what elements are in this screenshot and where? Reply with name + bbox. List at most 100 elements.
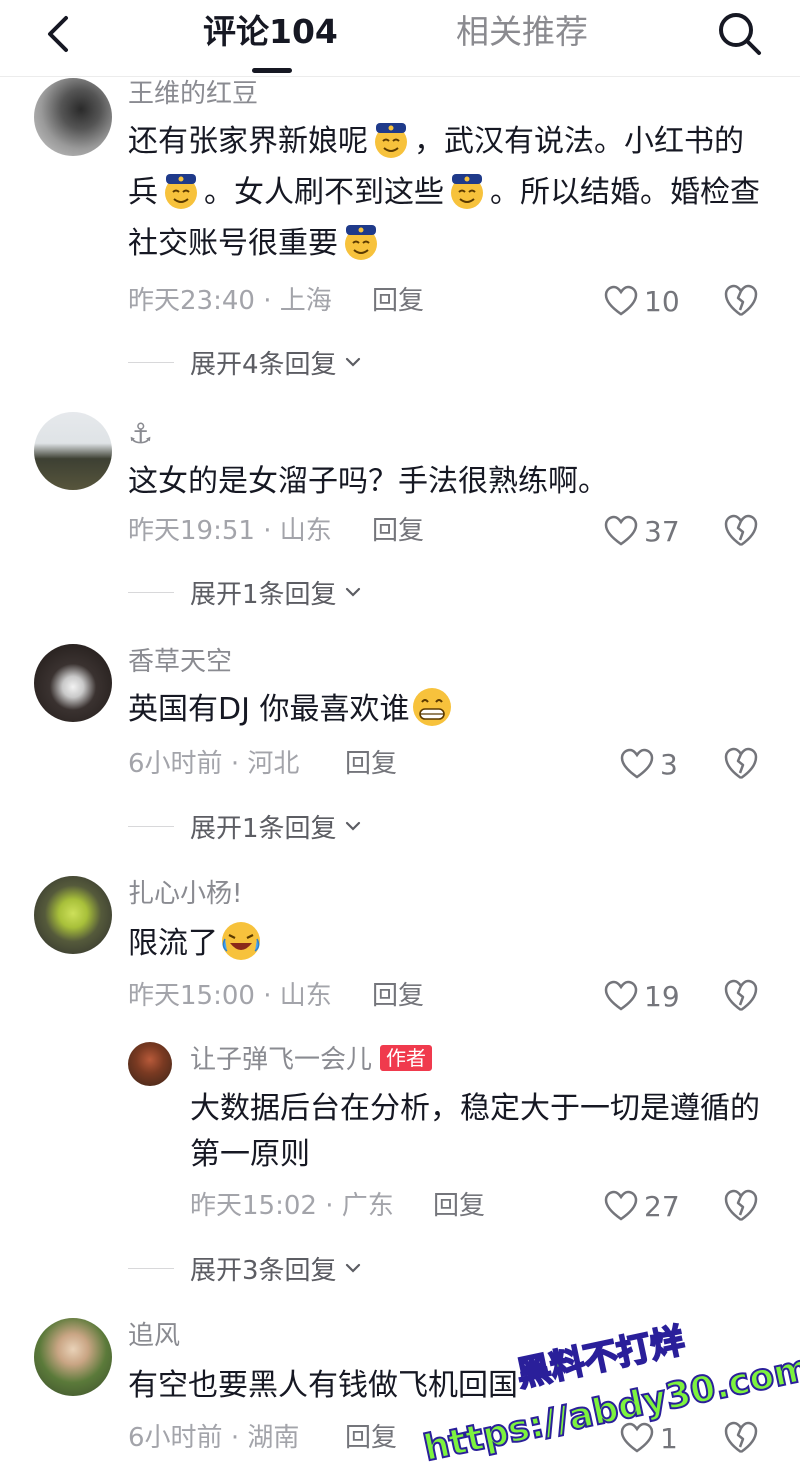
comment-text: 英国有DJ 你最喜欢谁 <box>128 684 768 735</box>
heart-icon <box>604 1190 638 1221</box>
comment-username[interactable]: 王维的红豆 <box>128 78 258 110</box>
avatar[interactable] <box>34 1318 112 1396</box>
meta-separator: · <box>263 981 272 1011</box>
meta-separator: · <box>230 749 240 779</box>
like-button[interactable]: 3 <box>620 746 678 782</box>
comment-item: ⚓ 这女的是女溜子吗？手法很熟练啊。 昨天19:51 · 山东 回复 37 展开… <box>0 410 800 630</box>
like-count: 1 <box>660 1421 678 1455</box>
comment-location: 山东 <box>279 516 332 546</box>
comment-username[interactable]: ⚓ <box>128 418 153 450</box>
divider-line <box>128 591 174 593</box>
laugh-cry-emoji <box>222 922 260 960</box>
comment-meta: 6小时前 · 河北 <box>128 748 299 780</box>
avatar[interactable] <box>34 876 112 954</box>
broken-heart-icon[interactable] <box>723 1188 759 1224</box>
heart-icon <box>604 285 638 316</box>
author-badge: 作者 <box>380 1045 433 1071</box>
meta-separator: · <box>263 286 272 316</box>
sub-reply-username[interactable]: 让子弹飞一会儿 作者 <box>190 1044 433 1076</box>
police-face-emoji <box>165 174 197 209</box>
comment-time: 昨天23:40 <box>128 286 255 316</box>
reply-button[interactable]: 回复 <box>345 748 397 780</box>
comment-location: 山东 <box>279 981 332 1011</box>
broken-heart-icon[interactable] <box>723 746 759 782</box>
chevron-down-icon <box>345 821 360 831</box>
police-face-emoji <box>451 174 483 209</box>
reply-button[interactable]: 回复 <box>372 980 424 1012</box>
broken-heart-icon[interactable] <box>723 513 759 549</box>
broken-heart-icon[interactable] <box>723 978 759 1014</box>
avatar[interactable] <box>128 1042 172 1086</box>
chevron-down-icon <box>345 357 360 367</box>
active-tab-indicator <box>252 68 292 73</box>
comment-username[interactable]: 扎心小杨! <box>128 878 242 910</box>
sub-reply-text: 大数据后台在分析，稳定大于一切是遵循的第一原则 <box>190 1091 760 1172</box>
comment-meta: 昨天15:02 · 广东 <box>190 1190 394 1222</box>
expand-replies-label: 展开1条回复 <box>190 813 337 844</box>
reply-button[interactable]: 回复 <box>372 285 424 317</box>
divider-line <box>128 825 174 827</box>
avatar[interactable] <box>34 644 112 722</box>
comment-username[interactable]: 追风 <box>128 1320 180 1352</box>
comment-time: 6小时前 <box>128 1423 223 1453</box>
police-face-emoji <box>345 225 377 260</box>
comment-text: 还有张家界新娘呢 ，武汉有说法。小红书的兵 。女人刷不到这些 。所以结婚。婚检查社交账… <box>128 116 768 269</box>
heart-icon <box>620 748 654 779</box>
comment-time: 昨天15:00 <box>128 981 255 1011</box>
expand-replies-button[interactable]: 展开1条回复 <box>128 808 363 844</box>
comment-time: 6小时前 <box>128 749 223 779</box>
broken-heart-icon[interactable] <box>723 1420 759 1456</box>
comment-username[interactable]: 香草天空 <box>128 646 232 678</box>
reply-button[interactable]: 回复 <box>433 1190 485 1222</box>
meta-separator: · <box>263 516 272 546</box>
tab-related-recommend[interactable]: 相关推荐 <box>456 12 588 52</box>
police-face-emoji <box>375 123 407 158</box>
comment-meta: 昨天15:00 · 山东 <box>128 980 332 1012</box>
chevron-down-icon <box>345 1263 360 1273</box>
top-bar: 评论104 相关推荐 <box>0 0 800 77</box>
comment-location: 广东 <box>341 1191 394 1221</box>
expand-replies-button[interactable]: 展开1条回复 <box>128 574 363 610</box>
tab-comments[interactable]: 评论104 <box>203 12 338 52</box>
avatar[interactable] <box>34 412 112 490</box>
grin-face-emoji <box>413 688 452 726</box>
comment-meta: 6小时前 · 湖南 <box>128 1422 299 1454</box>
comment-location: 河北 <box>247 749 300 779</box>
comment-meta: 昨天23:40 · 上海 <box>128 285 332 317</box>
divider-line <box>128 1267 174 1269</box>
expand-replies-button[interactable]: 展开4条回复 <box>128 344 363 380</box>
comment-location: 湖南 <box>247 1423 300 1453</box>
comment-item: 王维的红豆 还有张家界新娘呢 ，武汉有说法。小红书的兵 。女人刷不到这些 。所以结婚。… <box>0 76 800 396</box>
heart-icon <box>604 515 638 546</box>
chevron-down-icon <box>345 587 360 597</box>
like-count: 3 <box>660 747 678 781</box>
expand-replies-button[interactable]: 展开3条回复 <box>128 1250 363 1286</box>
reply-button[interactable]: 回复 <box>345 1422 397 1454</box>
search-icon[interactable] <box>712 6 768 62</box>
like-count: 37 <box>644 514 680 548</box>
meta-separator: · <box>325 1191 334 1221</box>
comment-text: 这女的是女溜子吗？手法很熟练啊。 <box>128 464 608 499</box>
reply-button[interactable]: 回复 <box>372 515 424 547</box>
meta-separator: · <box>230 1423 240 1453</box>
heart-icon <box>604 980 638 1011</box>
chevron-left-icon[interactable] <box>36 10 84 58</box>
sub-reply-item: 让子弹飞一会儿 作者 大数据后台在分析，稳定大于一切是遵循的第一原则 昨天15:0… <box>0 1040 800 1230</box>
like-count: 27 <box>644 1189 680 1223</box>
like-count: 19 <box>644 979 680 1013</box>
like-button[interactable]: 27 <box>604 1188 680 1224</box>
expand-replies-label: 展开3条回复 <box>190 1255 337 1286</box>
divider-line <box>128 361 174 363</box>
like-button[interactable]: 37 <box>604 513 680 549</box>
expand-replies-label: 展开1条回复 <box>190 579 337 610</box>
comment-time: 昨天15:02 <box>190 1191 317 1221</box>
comment-meta: 昨天19:51 · 山东 <box>128 515 332 547</box>
broken-heart-icon[interactable] <box>723 283 759 319</box>
like-count: 10 <box>644 284 680 318</box>
comment-item: 香草天空 英国有DJ 你最喜欢谁 6小时前 · 河北 回复 3 展开1条回复 <box>0 642 800 862</box>
comment-time: 昨天19:51 <box>128 516 255 546</box>
avatar[interactable] <box>34 78 112 156</box>
comment-location: 上海 <box>279 286 332 316</box>
like-button[interactable]: 19 <box>604 978 680 1014</box>
like-button[interactable]: 10 <box>604 283 680 319</box>
